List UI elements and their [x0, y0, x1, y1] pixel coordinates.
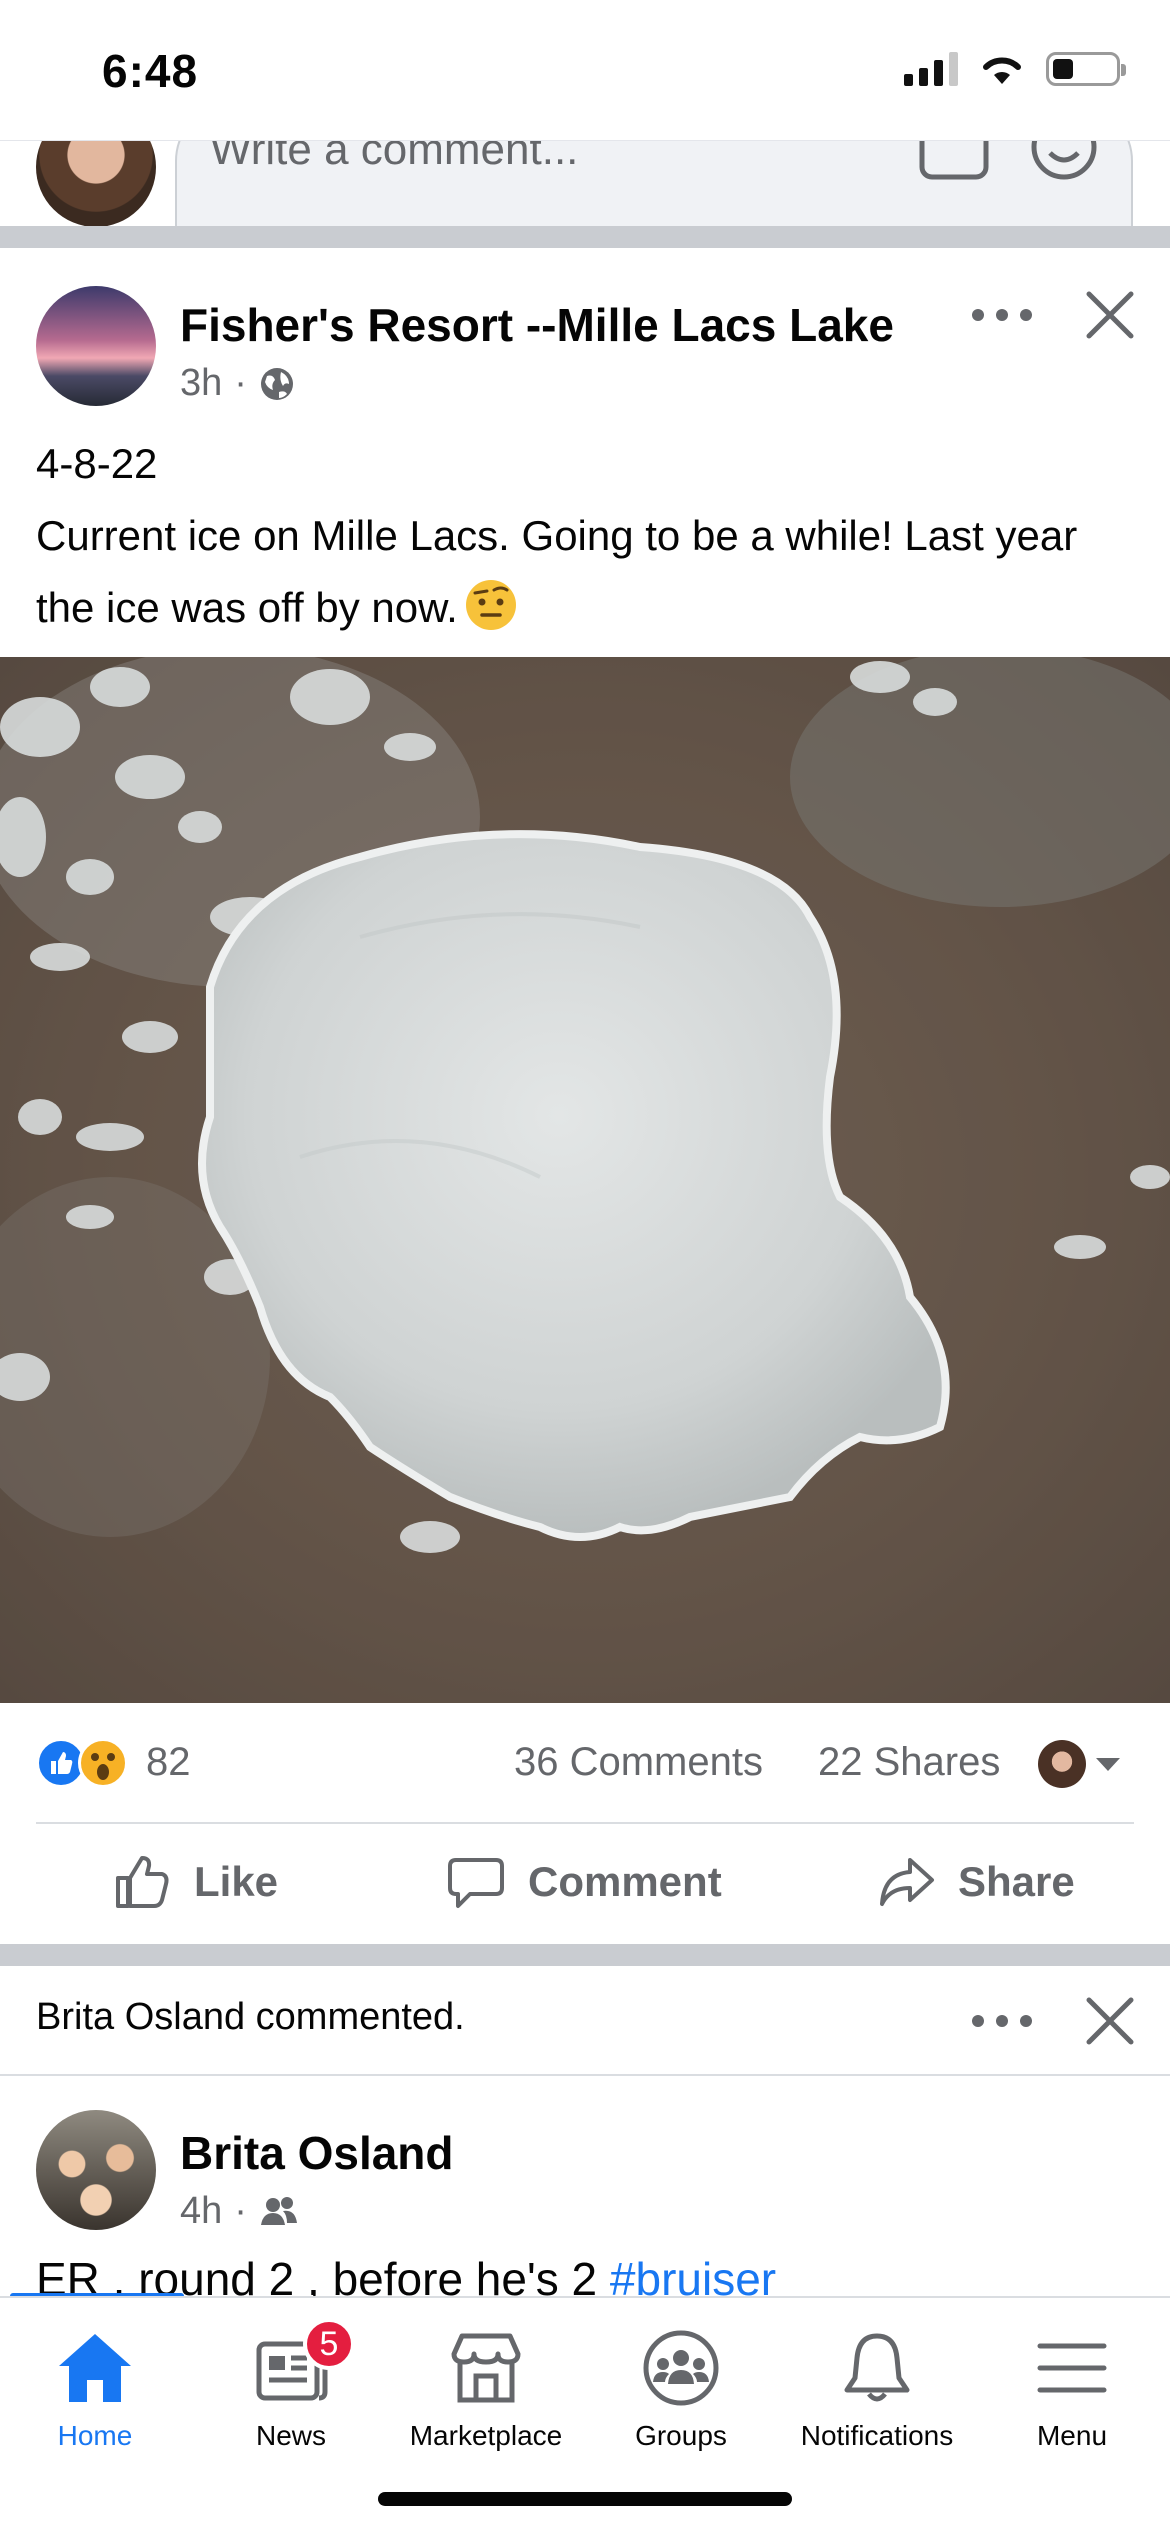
cellular-signal-icon [904, 52, 958, 86]
home-icon [59, 2334, 131, 2402]
tab-home-label: Home [57, 2420, 133, 2451]
post-text-date: 4-8-22 [36, 440, 158, 487]
battery-icon [1046, 52, 1126, 86]
current-user-avatar [36, 141, 156, 226]
camera-icon[interactable] [918, 140, 990, 193]
tab-notifications-label: Notifications [800, 2420, 954, 2451]
activity-notice: Brita Osland commented. [36, 1996, 465, 2038]
like-button[interactable]: Like [112, 1852, 278, 1912]
reaction-as-avatar[interactable] [1038, 1740, 1086, 1788]
status-time: 6:48 [102, 45, 199, 97]
post-time: 3h [180, 362, 223, 404]
meta-dot: · [234, 2190, 247, 2232]
post-separator [0, 226, 1170, 248]
user-avatar[interactable] [36, 2110, 156, 2230]
wow-reaction-icon [78, 1738, 128, 1788]
friends-icon [260, 2196, 297, 2225]
share-label: Share [958, 1858, 1075, 1905]
tab-home[interactable]: Home [0, 2328, 193, 2452]
globe-icon [260, 367, 293, 400]
second-post-time: 4h [180, 2190, 223, 2232]
wifi-icon [983, 57, 1021, 84]
tab-news[interactable]: 5 News [193, 2318, 389, 2452]
activity-divider [0, 2074, 1170, 2076]
tab-menu[interactable]: Menu [974, 2328, 1170, 2452]
share-icon [880, 1858, 934, 1906]
hashtag-link[interactable]: #bruiser [610, 2258, 776, 2296]
reaction-icons[interactable] [36, 1738, 128, 1788]
hamburger-menu-icon [1037, 2343, 1107, 2393]
tab-groups[interactable]: Groups [583, 2328, 779, 2452]
like-label: Like [194, 1858, 279, 1905]
reaction-count[interactable]: 82 [146, 1740, 191, 1785]
status-bar: 6:48 [0, 0, 1170, 140]
comment-label: Comment [528, 1858, 722, 1905]
tab-groups-label: Groups [635, 2420, 727, 2451]
page-avatar[interactable] [36, 286, 156, 406]
post-separator [0, 1944, 1170, 1966]
second-post-author-name[interactable]: Brita Osland [180, 2126, 454, 2180]
tab-news-label: News [255, 2420, 326, 2451]
post-text: 4-8-22 Current ice on Mille Lacs. Going … [36, 428, 1136, 644]
face-with-raised-eyebrow-emoji [465, 580, 516, 630]
second-post-meta: 4h · [180, 2190, 299, 2233]
tab-marketplace[interactable]: Marketplace [388, 2328, 584, 2452]
groups-icon [643, 2330, 719, 2406]
post-more-options-icon[interactable] [972, 300, 1032, 330]
emoji-icon[interactable] [1028, 140, 1100, 193]
meta-dot: · [234, 362, 247, 404]
reactions-divider [36, 1822, 1134, 1824]
second-post-text-clip: ER , round 2 , before he's 2 #bruiser [0, 2258, 1170, 2296]
post-text-body-content: Current ice on Mille Lacs. Going to be a… [36, 512, 1078, 631]
share-button[interactable]: Share [876, 1852, 1075, 1912]
comments-count[interactable]: 36 Comments [514, 1740, 763, 1785]
shares-count[interactable]: 22 Shares [818, 1740, 1000, 1785]
comment-icon [448, 1858, 504, 1908]
home-indicator[interactable] [378, 2492, 792, 2506]
like-icon [116, 1856, 169, 1908]
chevron-down-icon[interactable] [1096, 1758, 1120, 1771]
post-photo[interactable] [0, 657, 1170, 1703]
post-author-name[interactable]: Fisher's Resort --Mille Lacs Lake [180, 298, 894, 352]
tab-marketplace-label: Marketplace [409, 2420, 563, 2451]
bell-icon [844, 2333, 910, 2402]
ice-photo-illustration [0, 657, 1170, 1703]
activity-close-icon[interactable] [1085, 1996, 1135, 2046]
comment-input-placeholder: Write a comment... [210, 140, 579, 174]
previous-post-comment-bar: Write a comment... [0, 140, 1170, 226]
status-icons [904, 52, 1126, 86]
tab-notifications[interactable]: Notifications [779, 2328, 975, 2452]
post-close-icon[interactable] [1085, 290, 1135, 340]
news-badge: 5 [303, 2318, 355, 2370]
comment-button[interactable]: Comment [446, 1852, 722, 1912]
second-post-text-body: ER , round 2 , before he's 2 [36, 2258, 610, 2296]
second-post-text: ER , round 2 , before he's 2 #bruiser [36, 2258, 776, 2296]
activity-more-options-icon[interactable] [972, 2006, 1032, 2036]
tab-menu-label: Menu [1036, 2420, 1108, 2451]
marketplace-icon [451, 2333, 521, 2403]
post-meta: 3h · [180, 362, 295, 405]
post-text-body: Current ice on Mille Lacs. Going to be a… [36, 500, 1136, 644]
